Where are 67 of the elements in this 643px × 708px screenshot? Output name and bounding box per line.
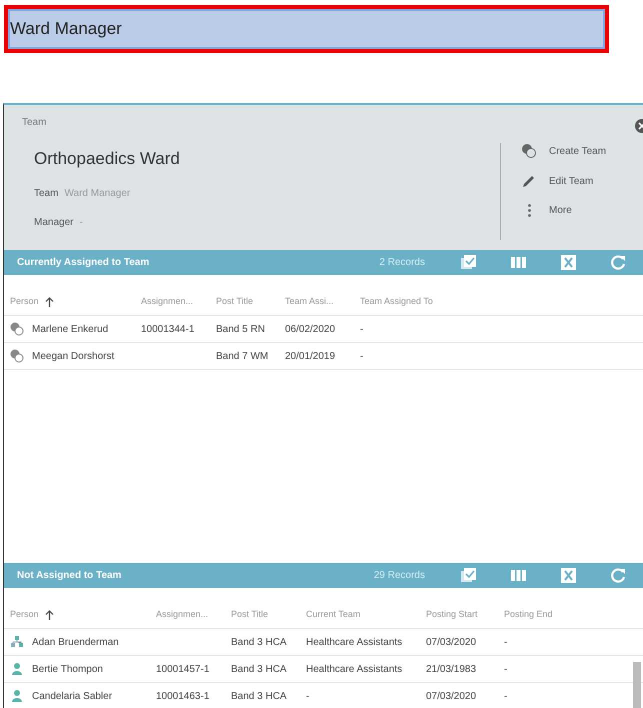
table-cell-text: Healthcare Assistants [306,662,402,676]
record-count: 2 Records [379,256,425,270]
columns-icon[interactable] [510,254,526,271]
field-label: Team [34,188,58,198]
table-cell-text: - [504,690,508,704]
person-icon [10,689,24,703]
org-chart-icon [10,635,24,649]
table-cell[interactable]: Marlene Enkerud [32,322,108,336]
column-header[interactable]: Posting Start [420,588,498,628]
table-cell[interactable]: Adan Bruenderman [32,634,119,650]
column-header[interactable]: Team Assi... [279,275,354,316]
pencil-icon [521,173,537,189]
table-cell[interactable]: Candelaria Sabler [32,688,112,704]
column-header[interactable]: Current Team [300,588,420,628]
column-header[interactable]: Post Title [210,275,279,316]
table-cell-text: Band 7 WM [216,350,268,364]
table-cell[interactable]: Bertie Thompon [32,662,103,676]
table-cell-text: - [504,636,508,650]
table-cell-text: Band 3 HCA [231,690,287,704]
table-cell-text: Band 3 HCA [231,662,287,676]
column-header[interactable]: Posting End [498,588,643,628]
excel-icon[interactable] [560,254,576,271]
section-title: Currently Assigned to Team [17,256,150,270]
column-header[interactable]: Assignmen... [150,588,225,628]
section-caption: Team [22,116,48,130]
circles-icon [10,322,24,336]
team-name: Orthopaedics Ward [34,148,181,170]
refresh-icon[interactable] [610,254,626,271]
circles-icon [521,143,537,159]
table-cell-text: 20/01/2019 [285,350,336,364]
section-title: Not Assigned to Team [17,569,122,583]
action-button[interactable]: More [521,203,643,218]
table-cell-text: 10001344-1 [141,322,194,336]
excel-icon[interactable] [560,567,576,584]
field-label: Manager [34,216,74,228]
table-cell-text: 10001457-1 [156,662,210,676]
columns-icon[interactable] [510,567,526,584]
table-cell-text: - [504,662,508,676]
action-button[interactable]: Edit Team [521,173,643,189]
record-count: 29 Records [374,569,425,583]
person-icon [10,662,24,676]
table-cell-text: 07/03/2020 [426,690,476,704]
table-cell-text: 06/02/2020 [285,322,336,336]
column-header[interactable]: Assignmen... [135,275,210,316]
checklist-icon[interactable] [460,254,476,271]
column-header[interactable]: Person [4,588,150,628]
action-button[interactable]: Create Team [521,143,643,159]
column-header[interactable]: Post Title [225,588,300,628]
column-header[interactable]: Team Assigned To [354,275,643,316]
page-title-banner: Ward Manager [4,5,609,53]
column-header[interactable]: Person [4,275,135,316]
table-cell[interactable]: Meegan Dorshorst [32,348,114,364]
table-cell-text: Band 5 RN [216,322,265,336]
table-cell-text: 07/03/2020 [426,636,476,650]
circles-icon [10,349,24,363]
table-cell-text: 10001463-1 [156,690,210,704]
table-cell-text: - [360,350,364,364]
table-cell-text: - [360,322,364,336]
table-cell-text: Band 3 HCA [231,636,287,650]
table-cell-text: - [306,690,310,704]
table-cell-text: 21/03/1983 [426,662,476,676]
field-value: Ward Manager [64,188,130,198]
field-value: - [79,216,83,228]
refresh-icon[interactable] [610,567,626,584]
checklist-icon[interactable] [460,567,476,584]
more-icon [528,204,531,217]
table-cell-text: Healthcare Assistants [306,636,402,650]
